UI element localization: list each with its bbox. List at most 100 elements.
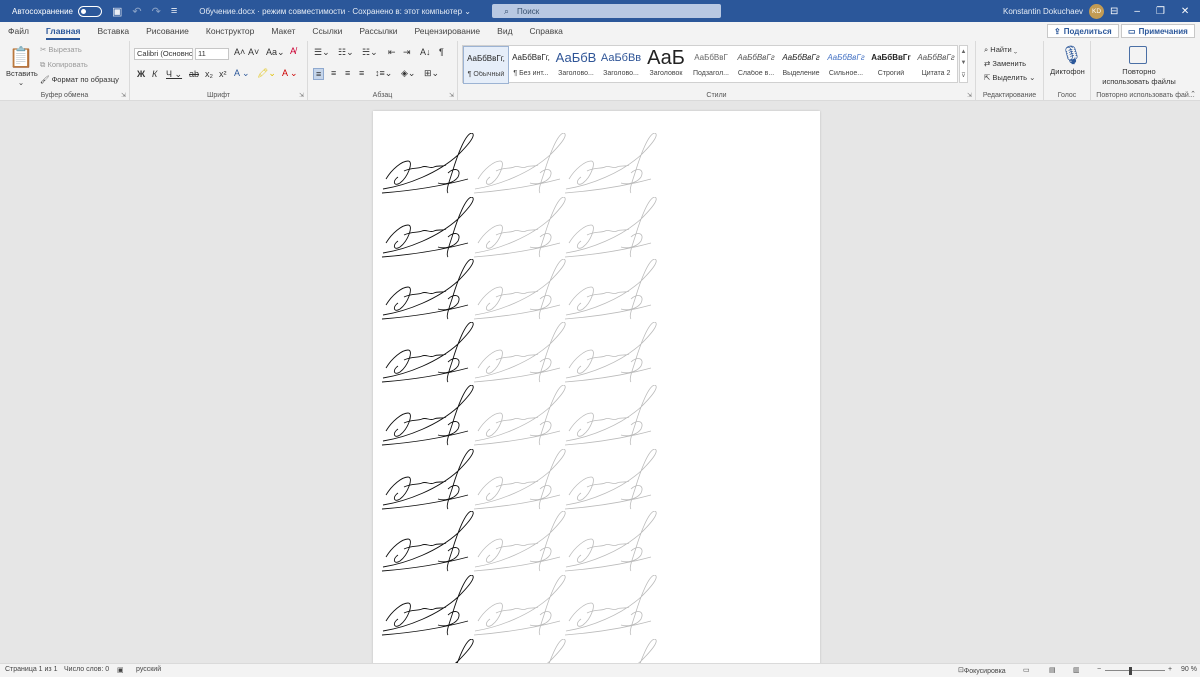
- proofing-icon[interactable]: ▣: [117, 666, 124, 674]
- zoom-out-button[interactable]: −: [1097, 666, 1101, 673]
- search-box[interactable]: ⌕ Поиск: [492, 4, 721, 18]
- line-spacing-icon[interactable]: ↕≡⌄: [375, 68, 392, 79]
- signature-image[interactable]: [378, 575, 478, 637]
- dialog-launcher-icon[interactable]: ⇲: [299, 92, 304, 99]
- clear-formatting-icon[interactable]: A̸: [290, 46, 296, 56]
- style-subtitle[interactable]: АаБбВвГ Подзагол...: [688, 46, 734, 84]
- word-count[interactable]: Число слов: 0: [64, 666, 109, 673]
- paste-button[interactable]: 📋 Вставить ⌄: [6, 45, 38, 87]
- italic-icon[interactable]: К: [152, 69, 157, 79]
- scroll-down-icon[interactable]: ▼: [961, 60, 967, 66]
- dialog-launcher-icon[interactable]: ⇲: [967, 92, 972, 99]
- underline-icon[interactable]: Ч ⌄: [166, 69, 182, 80]
- tab-help[interactable]: Справка: [530, 22, 563, 41]
- page-count[interactable]: Страница 1 из 1: [5, 666, 57, 673]
- reuse-files-icon[interactable]: [1129, 46, 1147, 64]
- save-icon[interactable]: ▣: [112, 5, 122, 18]
- numbering-icon[interactable]: ☷⌄: [338, 47, 354, 58]
- superscript-icon[interactable]: x²: [219, 69, 227, 79]
- font-color-icon[interactable]: A ⌄: [282, 68, 298, 79]
- web-layout-icon[interactable]: ▥: [1073, 666, 1080, 674]
- style-no-spacing[interactable]: АаБбВвГг, ¶ Без инт...: [508, 46, 554, 84]
- close-icon[interactable]: ✕: [1181, 6, 1189, 17]
- style-strong[interactable]: АаБбВвГг Строгий: [868, 46, 914, 84]
- styles-gallery-scroll[interactable]: ▲ ▼ ⊽: [959, 45, 968, 83]
- signature-image[interactable]: [470, 575, 570, 637]
- restore-icon[interactable]: ❐: [1156, 6, 1165, 17]
- align-center-icon[interactable]: ≡: [331, 68, 336, 78]
- tab-home[interactable]: Главная: [45, 22, 80, 41]
- borders-icon[interactable]: ⊞⌄: [424, 68, 439, 79]
- focus-button[interactable]: ⊡ Фокусировка: [958, 666, 1006, 675]
- signature-image[interactable]: [378, 449, 478, 511]
- font-name-select[interactable]: Calibri (Основной: [134, 48, 193, 60]
- comments-button[interactable]: ▭ Примечания: [1121, 24, 1195, 38]
- justify-icon[interactable]: ≡: [359, 68, 364, 78]
- text-effects-icon[interactable]: A ⌄: [234, 68, 250, 79]
- more-styles-icon[interactable]: ⊽: [961, 72, 965, 79]
- signature-image[interactable]: [561, 511, 661, 573]
- autosave[interactable]: Автосохранение: [12, 5, 102, 17]
- dialog-launcher-icon[interactable]: ⇲: [121, 92, 126, 99]
- document-canvas[interactable]: [0, 101, 1200, 663]
- tab-insert[interactable]: Вставка: [97, 22, 129, 41]
- signature-image[interactable]: [561, 449, 661, 511]
- signature-image[interactable]: [470, 639, 570, 663]
- avatar[interactable]: KD: [1089, 3, 1105, 19]
- signature-image[interactable]: [378, 639, 478, 663]
- style-heading-2[interactable]: АаБбВв Заголово...: [598, 46, 644, 84]
- bold-icon[interactable]: Ж: [137, 69, 145, 79]
- signature-image[interactable]: [470, 197, 570, 259]
- style-subtle-emphasis[interactable]: АаБбВвГг Слабое в...: [733, 46, 779, 84]
- zoom-slider[interactable]: [1105, 670, 1165, 671]
- signature-image[interactable]: [561, 575, 661, 637]
- copy-button[interactable]: ⧉ Копировать: [40, 60, 88, 70]
- tab-mailings[interactable]: Рассылки: [359, 22, 397, 41]
- microphone-icon[interactable]: 🎙: [1060, 45, 1083, 66]
- share-button[interactable]: ⇪ Поделиться: [1047, 24, 1119, 38]
- signature-image[interactable]: [470, 259, 570, 321]
- signature-image[interactable]: [378, 259, 478, 321]
- document-page[interactable]: [373, 111, 820, 663]
- zoom-level[interactable]: 90 %: [1181, 666, 1197, 673]
- undo-icon[interactable]: ↶: [132, 5, 141, 18]
- dialog-launcher-icon[interactable]: ⇲: [449, 92, 454, 99]
- highlight-icon[interactable]: 🖍⌄: [257, 68, 276, 79]
- align-left-icon[interactable]: ≡: [313, 68, 325, 80]
- collapse-ribbon-icon[interactable]: ⌃: [1190, 90, 1196, 98]
- signature-image[interactable]: [561, 259, 661, 321]
- language[interactable]: русский: [136, 666, 161, 673]
- customize-qat-icon[interactable]: ≡: [171, 5, 177, 17]
- style-emphasis[interactable]: АаБбВвГг Выделение: [778, 46, 824, 84]
- subscript-icon[interactable]: x₂: [205, 69, 213, 79]
- signature-image[interactable]: [470, 449, 570, 511]
- style-title[interactable]: АаБ Заголовок: [643, 46, 689, 84]
- signature-image[interactable]: [378, 197, 478, 259]
- dictate-button[interactable]: Диктофон: [1049, 67, 1086, 77]
- autosave-toggle[interactable]: [77, 5, 102, 17]
- redo-icon[interactable]: ↷: [152, 5, 161, 18]
- signature-image[interactable]: [378, 511, 478, 573]
- bullets-icon[interactable]: ☰⌄: [314, 47, 330, 58]
- ribbon-display-icon[interactable]: ⊟: [1110, 6, 1118, 17]
- signature-image[interactable]: [561, 322, 661, 384]
- minimize-icon[interactable]: –: [1134, 6, 1140, 17]
- tab-file[interactable]: Файл: [8, 22, 29, 41]
- zoom-in-button[interactable]: +: [1168, 666, 1172, 673]
- replace-button[interactable]: ⇄ Заменить: [984, 59, 1026, 68]
- tab-design[interactable]: Конструктор: [206, 22, 254, 41]
- signature-image[interactable]: [561, 197, 661, 259]
- signature-image[interactable]: [470, 385, 570, 447]
- style-quote-2[interactable]: АаБбВвГг Цитата 2: [913, 46, 959, 84]
- signature-image[interactable]: [561, 639, 661, 663]
- font-size-select[interactable]: 11: [195, 48, 229, 60]
- style-normal[interactable]: АаБбВвГг, ¶ Обычный: [463, 46, 509, 84]
- read-mode-icon[interactable]: ▭: [1023, 666, 1030, 674]
- multilevel-list-icon[interactable]: ☵⌄: [362, 47, 378, 58]
- tab-draw[interactable]: Рисование: [146, 22, 189, 41]
- tab-review[interactable]: Рецензирование: [415, 22, 481, 41]
- select-button[interactable]: ⇱ Выделить ⌄: [984, 73, 1035, 82]
- document-title[interactable]: Обучение.docx · режим совместимости · Со…: [199, 7, 471, 16]
- tab-layout[interactable]: Макет: [271, 22, 295, 41]
- tab-references[interactable]: Ссылки: [312, 22, 342, 41]
